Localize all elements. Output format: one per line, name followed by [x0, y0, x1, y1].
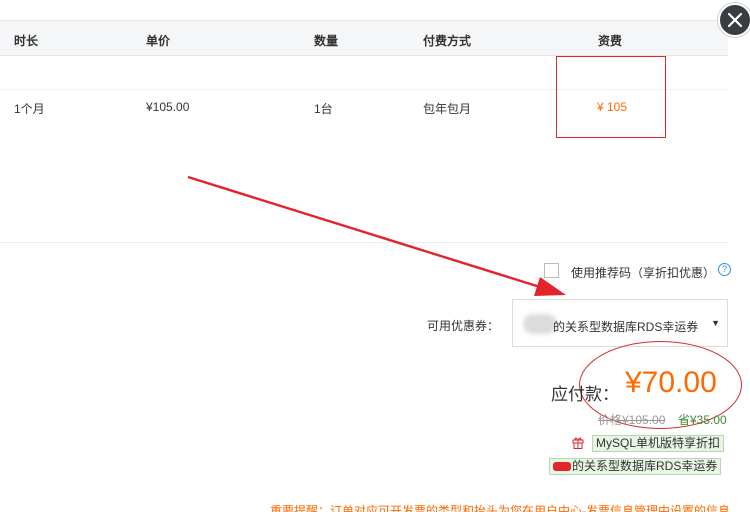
close-icon	[727, 12, 743, 28]
due-label: 应付款：	[551, 385, 619, 404]
fee-highlight-box	[556, 56, 666, 138]
header-duration: 时长	[14, 34, 39, 48]
header-quantity: 数量	[314, 34, 339, 48]
promo-tag-rds-coupon-text: 的关系型数据库RDS幸运券	[572, 459, 718, 473]
coupon-selected-value: 的关系型数据库RDS幸运券（	[553, 320, 703, 334]
question-circle-icon[interactable]: ?	[718, 263, 731, 276]
recommend-code-checkbox[interactable]	[544, 263, 559, 278]
promo-tag-mysql-discount: MySQL单机版特享折扣	[592, 435, 725, 452]
header-unit-price: 单价	[146, 34, 171, 48]
top-bar	[0, 0, 750, 20]
cell-unit-price: ¥105.00	[146, 100, 190, 114]
gift-icon	[572, 437, 584, 449]
cell-payment-method: 包年包月	[423, 102, 472, 116]
redacted-mark	[553, 462, 571, 472]
invoice-notice: 重要提醒：订单对应可开发票的类型和抬头为您在用户中心-发票信息管理中设置的信息	[270, 504, 730, 512]
cell-quantity: 1台	[314, 102, 333, 116]
header-payment-method: 付费方式	[423, 34, 472, 48]
original-price: 价格¥105.00	[598, 413, 666, 427]
caret-down-icon: ▼	[711, 318, 720, 328]
recommend-code-label: 使用推荐码（享折扣优惠）	[571, 266, 716, 280]
coupon-label: 可用优惠券：	[427, 319, 500, 333]
header-fee: 资费	[598, 34, 623, 48]
promo-tag-rds-coupon: 的关系型数据库RDS幸运券	[549, 458, 722, 475]
table-header: 时长 单价 数量 付费方式 资费	[0, 20, 728, 56]
coupon-select[interactable]: 的关系型数据库RDS幸运券（ ▼	[512, 299, 728, 347]
cell-duration: 1个月	[14, 102, 45, 116]
due-amount: ¥70.00	[625, 366, 717, 399]
close-button[interactable]	[718, 3, 750, 37]
redacted-blur	[523, 314, 557, 334]
saved-amount: 省¥35.00	[678, 413, 727, 427]
section-divider	[0, 242, 728, 243]
